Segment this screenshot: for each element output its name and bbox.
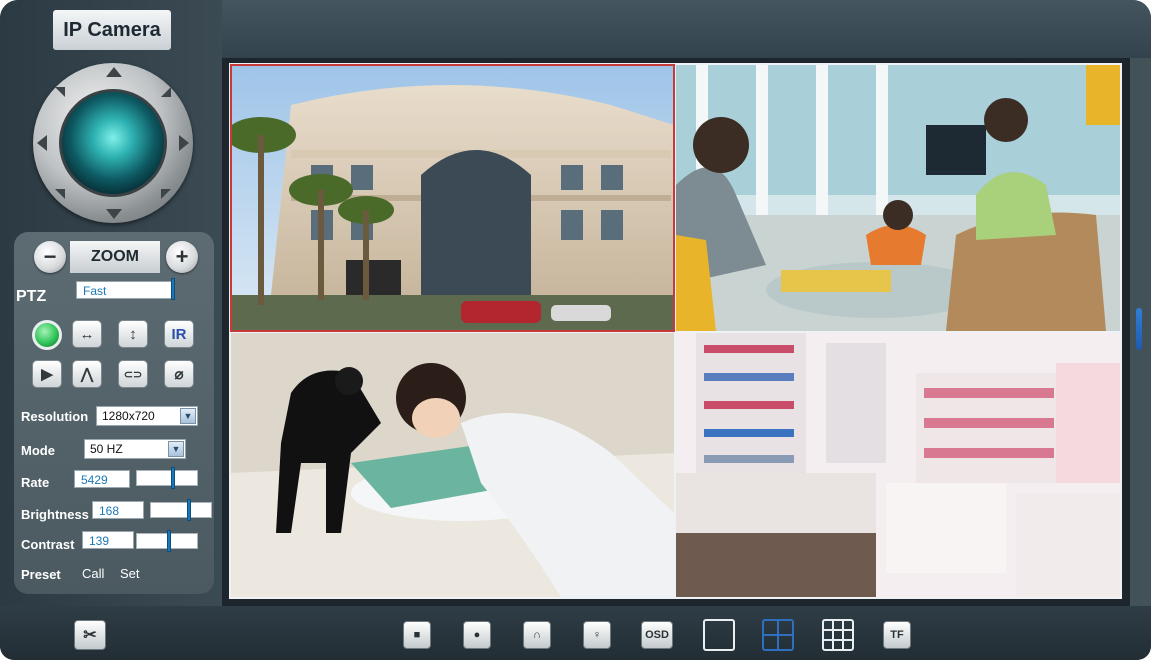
resolution-label: Resolution — [21, 409, 89, 424]
flip-vertical-button[interactable]: ↕ — [118, 320, 148, 348]
rate-value: 5429 — [74, 470, 130, 488]
mode-label: Mode — [21, 443, 55, 458]
settings-panel: − ZOOM + PTZ Fast ↔ ↕ IR ▶ ⋀ ⊂⊃ ⌀ Resolu… — [14, 232, 214, 594]
rate-slider-knob[interactable] — [171, 467, 175, 489]
top-bar — [222, 0, 1151, 58]
pan-down-right-icon[interactable] — [161, 189, 171, 199]
microphone-icon: ♀ — [592, 629, 602, 641]
ptz-speed-slider-knob[interactable] — [171, 278, 175, 300]
zoom-label: ZOOM — [70, 241, 160, 273]
tf-card-button[interactable]: TF — [883, 621, 911, 649]
rate-label: Rate — [21, 475, 50, 490]
flip-horizontal-button[interactable]: ↔ — [72, 320, 102, 348]
rate-slider[interactable] — [136, 467, 198, 489]
osd-button[interactable]: OSD — [641, 621, 673, 649]
pan-left-icon[interactable] — [37, 135, 47, 151]
bottom-toolbar: ✂ ■ ● ∩ ♀ OSD TF — [0, 606, 1151, 660]
camera-icon: ● — [473, 629, 481, 641]
control-panel: IP Camera − ZOOM + PTZ Fast ↔ ↕ IR ▶ ⋀ ⊂… — [0, 0, 222, 610]
pan-right-icon[interactable] — [179, 135, 189, 151]
brightness-value: 168 — [92, 501, 144, 519]
right-scrollbar[interactable] — [1130, 58, 1151, 606]
brightness-slider-knob[interactable] — [187, 499, 191, 521]
brightness-slider[interactable] — [150, 499, 212, 521]
snapshot-button[interactable]: ● — [463, 621, 491, 649]
pan-up-icon[interactable] — [106, 67, 122, 77]
chevron-down-icon[interactable]: ▼ — [168, 441, 184, 457]
video-channel-3[interactable] — [231, 333, 674, 597]
status-indicator-button[interactable] — [32, 320, 62, 350]
video-frame-1 — [231, 65, 674, 331]
app-window: IP Camera − ZOOM + PTZ Fast ↔ ↕ IR ▶ ⋀ ⊂… — [0, 0, 1151, 660]
headphones-icon: ∩ — [533, 629, 541, 641]
brightness-label: Brightness — [21, 507, 89, 522]
preset-set-link[interactable]: Set — [120, 566, 140, 581]
video-channel-2[interactable] — [676, 65, 1120, 331]
ir-button[interactable]: IR — [164, 320, 194, 348]
scrollbar-thumb[interactable] — [1136, 308, 1142, 350]
resolution-select[interactable]: 1280x720 ▼ — [96, 406, 198, 426]
layout-9-view-button[interactable] — [822, 619, 854, 651]
record-button[interactable]: ■ — [403, 621, 431, 649]
preset-call-link[interactable]: Call — [82, 566, 104, 581]
ptz-label: PTZ — [16, 288, 47, 305]
mirror-button[interactable]: ⋀ — [72, 360, 102, 388]
lens-center-button[interactable] — [59, 89, 167, 197]
pan-up-right-icon[interactable] — [161, 87, 171, 97]
vertical-cruise-button[interactable]: ⌀ — [164, 360, 194, 388]
video-camera-icon: ■ — [413, 629, 421, 641]
pan-down-icon[interactable] — [106, 209, 122, 219]
zoom-out-button[interactable]: − — [34, 241, 66, 273]
contrast-slider-knob[interactable] — [167, 530, 171, 552]
layout-1-view-button[interactable] — [703, 619, 735, 651]
settings-tools-icon[interactable]: ✂ — [74, 620, 106, 650]
ptz-speed-field[interactable]: Fast — [76, 281, 174, 299]
video-area — [222, 58, 1130, 606]
grid-2x2-icon — [764, 621, 792, 649]
video-frame-4 — [676, 333, 1120, 597]
horizontal-cruise-button[interactable]: ⊂⊃ — [118, 360, 148, 388]
contrast-slider[interactable] — [136, 530, 198, 552]
contrast-label: Contrast — [21, 537, 75, 552]
video-frame-2 — [676, 65, 1120, 331]
chevron-down-icon[interactable]: ▼ — [180, 408, 196, 424]
layout-4-view-button[interactable] — [762, 619, 794, 651]
video-channel-1[interactable] — [230, 64, 675, 332]
ptz-joystick[interactable] — [33, 63, 193, 223]
video-grid — [229, 63, 1122, 599]
play-button[interactable]: ▶ — [32, 360, 62, 388]
zoom-in-button[interactable]: + — [166, 241, 198, 273]
mode-value: 50 HZ — [90, 442, 123, 456]
mode-select[interactable]: 50 HZ ▼ — [84, 439, 186, 459]
grid-3x3-icon — [824, 621, 852, 649]
pan-down-left-icon[interactable] — [55, 189, 65, 199]
audio-button[interactable]: ∩ — [523, 621, 551, 649]
preset-label: Preset — [21, 567, 61, 582]
contrast-value: 139 — [82, 531, 134, 549]
video-channel-4[interactable] — [676, 333, 1120, 597]
pan-up-left-icon[interactable] — [55, 87, 65, 97]
resolution-value: 1280x720 — [102, 409, 155, 423]
video-frame-3 — [231, 333, 674, 597]
talk-button[interactable]: ♀ — [583, 621, 611, 649]
app-title: IP Camera — [53, 10, 171, 50]
